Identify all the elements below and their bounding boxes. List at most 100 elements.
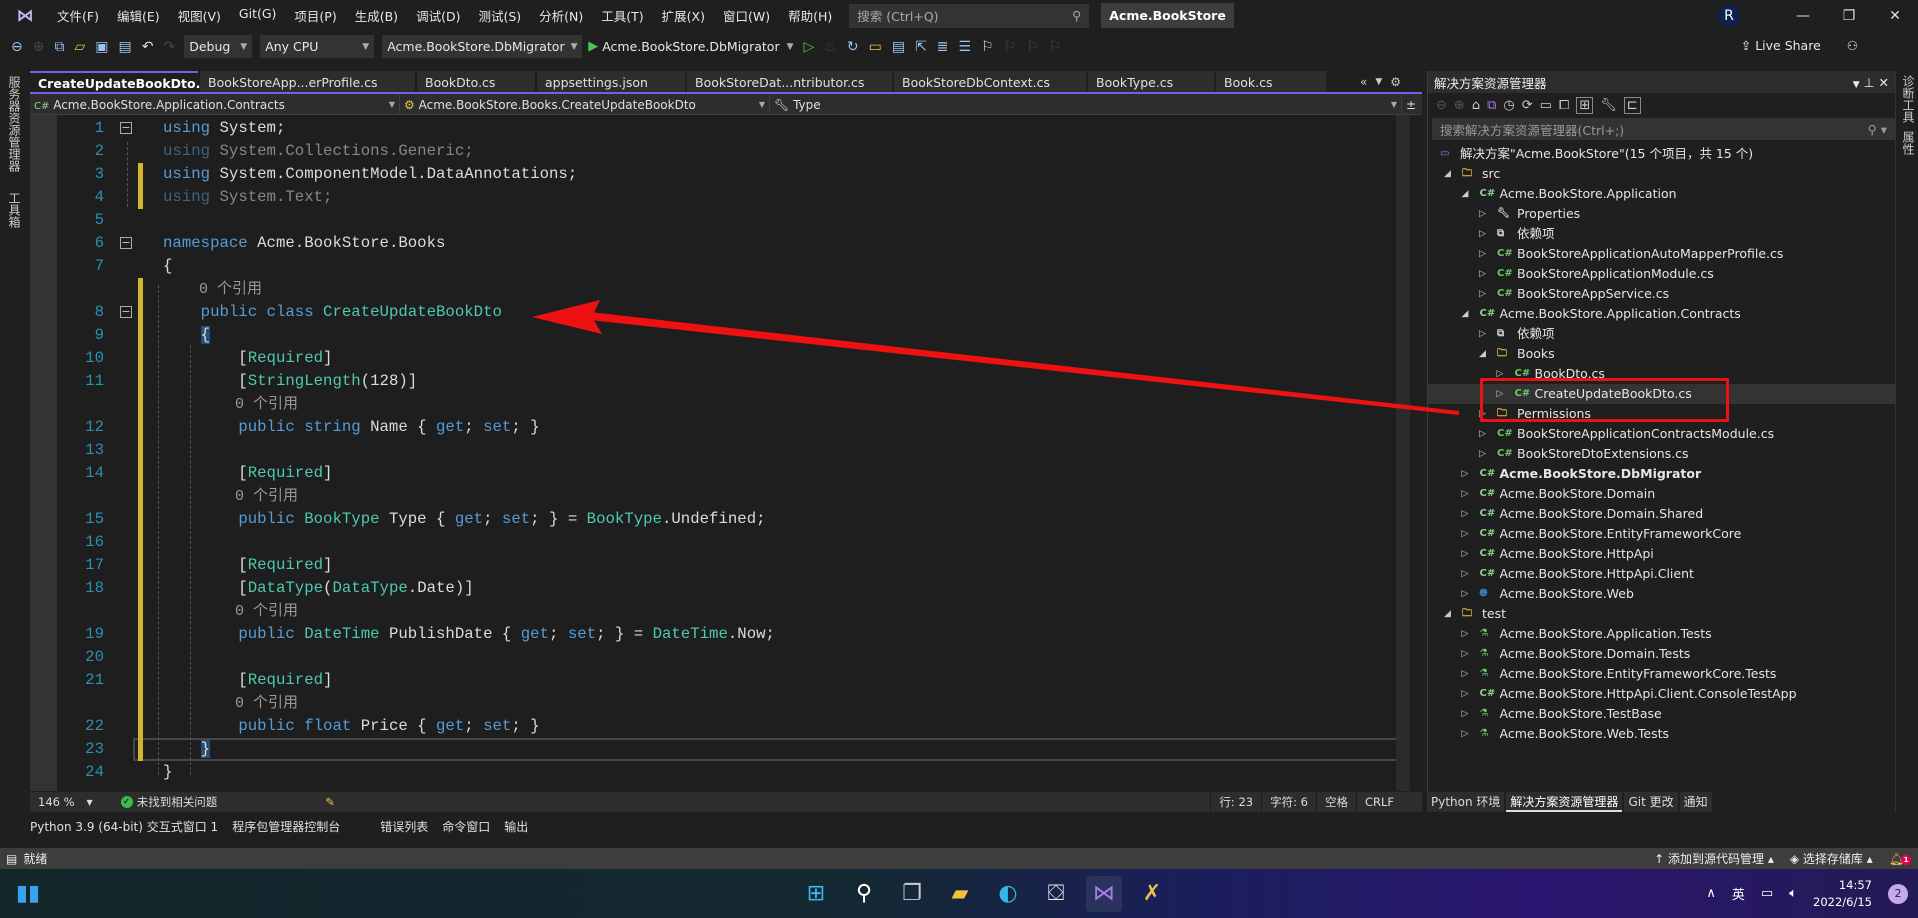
- collapsed-arrow-icon[interactable]: ▷: [1462, 564, 1472, 584]
- tree-item[interactable]: ▷ C# BookStoreAppService.cs: [1428, 284, 1895, 304]
- tab-document[interactable]: Book.cs: [1216, 71, 1326, 93]
- gear-icon[interactable]: ⚙: [1390, 75, 1401, 89]
- menu-item[interactable]: 生成(B): [346, 6, 407, 25]
- code-line[interactable]: 17 [Required]: [30, 554, 1410, 577]
- refresh-icon[interactable]: ↻: [844, 39, 862, 55]
- minimize-button[interactable]: —: [1780, 8, 1826, 24]
- expanded-arrow-icon[interactable]: ◢: [1479, 344, 1489, 364]
- tab-document[interactable]: BookType.cs: [1088, 71, 1214, 93]
- folder-icon[interactable]: ▭: [866, 39, 885, 55]
- menu-item[interactable]: 项目(P): [285, 6, 345, 25]
- tree-item[interactable]: ▷ ⧉ 依赖项: [1428, 324, 1895, 344]
- panel-tab[interactable]: 通知: [1679, 792, 1712, 812]
- tree-item[interactable]: ▷ ⚗︎ Acme.BookStore.EntityFrameworkCore.Te…: [1428, 664, 1895, 684]
- platform-select[interactable]: Any CPU ▼: [260, 35, 375, 58]
- redo-icon[interactable]: ↷: [160, 39, 178, 55]
- bookmark-next-icon[interactable]: ⚐: [1023, 39, 1042, 55]
- collapsed-arrow-icon[interactable]: ▷: [1462, 684, 1472, 704]
- menu-item[interactable]: 帮助(H): [779, 6, 841, 25]
- code-line[interactable]: 15 public BookType Type { get; set; } = …: [30, 508, 1410, 531]
- collapsed-arrow-icon[interactable]: ▷: [1479, 264, 1489, 284]
- code-line[interactable]: 0 个引用: [30, 692, 1410, 715]
- bookmark-icon[interactable]: ⚐: [978, 39, 997, 55]
- tree-item[interactable]: ▷ C# CreateUpdateBookDto.cs: [1428, 384, 1895, 404]
- network-icon[interactable]: ▭: [1761, 886, 1773, 901]
- collapsed-arrow-icon[interactable]: ▷: [1479, 424, 1489, 444]
- tab-overflow-icon[interactable]: «: [1360, 75, 1367, 89]
- volume-icon[interactable]: 🔈︎: [1789, 886, 1797, 901]
- menu-item[interactable]: 调试(D): [407, 6, 469, 25]
- clock[interactable]: 14:57 2022/6/15: [1813, 877, 1872, 911]
- hot-reload-icon[interactable]: ♨: [821, 39, 840, 55]
- close-icon[interactable]: ✕: [1879, 75, 1889, 90]
- collapsed-arrow-icon[interactable]: ▷: [1479, 244, 1489, 264]
- start-icon[interactable]: ⊞: [798, 876, 834, 912]
- collapsed-arrow-icon[interactable]: ▷: [1479, 324, 1489, 344]
- tree-item[interactable]: ▷ ⚗︎ Acme.BookStore.Application.Tests: [1428, 624, 1895, 644]
- collapsed-arrow-icon[interactable]: ▷: [1462, 464, 1472, 484]
- collapsed-arrow-icon[interactable]: ▷: [1479, 404, 1489, 424]
- task-view-icon[interactable]: ❐: [894, 876, 930, 912]
- search-icon[interactable]: ⚲: [846, 876, 882, 912]
- edge-icon[interactable]: ◐: [990, 876, 1026, 912]
- collapse-icon[interactable]: −: [120, 122, 132, 134]
- tree-item[interactable]: ◢ C# Acme.BookStore.Application: [1428, 184, 1895, 204]
- panel-tab[interactable]: Git 更改: [1624, 792, 1678, 812]
- tab-document[interactable]: BookStoreDat...ntributor.cs: [687, 71, 892, 93]
- code-line[interactable]: 22 public float Price { get; set; }: [30, 715, 1410, 738]
- tree-item[interactable]: ▷ ⚗︎ Acme.BookStore.Domain.Tests: [1428, 644, 1895, 664]
- tab-document[interactable]: BookDto.cs: [417, 71, 535, 93]
- save-icon[interactable]: ▣: [92, 39, 111, 55]
- ime-indicator[interactable]: 英: [1732, 884, 1745, 903]
- save-all-icon[interactable]: ▤: [115, 39, 134, 55]
- code-line[interactable]: 19 public DateTime PublishDate { get; se…: [30, 623, 1410, 646]
- solution-search-input[interactable]: 搜索解决方案资源管理器(Ctrl+;) ⚲ ▾: [1432, 118, 1895, 140]
- bookmark-prev-icon[interactable]: ⚐: [1001, 39, 1020, 55]
- codelens-references[interactable]: 0 个引用: [163, 603, 298, 620]
- live-share-button[interactable]: ⇪ Live Share ⚇: [1741, 38, 1858, 53]
- collapsed-arrow-icon[interactable]: ▷: [1497, 364, 1507, 384]
- panel-tab[interactable]: Python 环境: [1427, 792, 1505, 812]
- collapse-all-icon[interactable]: ▭: [1540, 98, 1552, 113]
- bookmark-clear-icon[interactable]: ⚐: [1046, 39, 1065, 55]
- tree-item[interactable]: ▷ C# BookStoreDtoExtensions.cs: [1428, 444, 1895, 464]
- code-line[interactable]: 2 using System.Collections.Generic;: [30, 140, 1410, 163]
- step-icon[interactable]: ⇱: [912, 39, 930, 55]
- preview-icon[interactable]: ⊏: [1623, 97, 1641, 114]
- split-editor-button[interactable]: ±: [1402, 94, 1422, 115]
- avatar[interactable]: R: [1718, 4, 1740, 27]
- collapse-icon[interactable]: −: [120, 237, 132, 249]
- collapse-icon[interactable]: −: [120, 306, 132, 318]
- menu-item[interactable]: 文件(F): [48, 6, 108, 25]
- collapsed-arrow-icon[interactable]: ▷: [1462, 704, 1472, 724]
- forward-icon[interactable]: ⊕: [30, 39, 48, 55]
- code-line[interactable]: 0 个引用: [30, 485, 1410, 508]
- tray-expand-icon[interactable]: ∧: [1706, 886, 1716, 901]
- bottom-tab[interactable]: 错误列表: [380, 818, 428, 838]
- menu-item[interactable]: 分析(N): [530, 6, 592, 25]
- app-icon[interactable]: ✗: [1134, 876, 1170, 912]
- startup-project-select[interactable]: Acme.BookStore.DbMigrator ▼: [382, 35, 583, 58]
- code-line[interactable]: 13: [30, 439, 1410, 462]
- notification-center-badge[interactable]: 2: [1888, 883, 1908, 904]
- file-explorer-icon[interactable]: ▰: [942, 876, 978, 912]
- expanded-arrow-icon[interactable]: ◢: [1444, 164, 1454, 184]
- indent-indicator[interactable]: 空格: [1315, 792, 1356, 812]
- panel-tab[interactable]: 解决方案资源管理器: [1506, 792, 1623, 812]
- menu-item[interactable]: Git(G): [230, 6, 286, 25]
- tree-item[interactable]: ▷ C# Acme.BookStore.Domain.Shared: [1428, 504, 1895, 524]
- show-all-files-icon[interactable]: ⧠: [1559, 98, 1569, 113]
- code-line[interactable]: 16: [30, 531, 1410, 554]
- code-line[interactable]: 8 − public class CreateUpdateBookDto: [30, 301, 1410, 324]
- code-line[interactable]: 0 个引用: [30, 600, 1410, 623]
- select-repo-button[interactable]: ◈ 选择存储库 ▴: [1790, 850, 1873, 867]
- store-icon[interactable]: ⛋: [1038, 876, 1074, 912]
- pin-icon[interactable]: ⊥: [1864, 75, 1875, 90]
- collapsed-arrow-icon[interactable]: ▷: [1462, 624, 1472, 644]
- code-line[interactable]: 14 [Required]: [30, 462, 1410, 485]
- expanded-arrow-icon[interactable]: ◢: [1462, 304, 1472, 324]
- code-line[interactable]: 10 [Required]: [30, 347, 1410, 370]
- open-file-icon[interactable]: ▱: [71, 39, 88, 55]
- tree-item[interactable]: ▷ 🗀︎ Permissions: [1428, 404, 1895, 424]
- menu-item[interactable]: 窗口(W): [714, 6, 779, 25]
